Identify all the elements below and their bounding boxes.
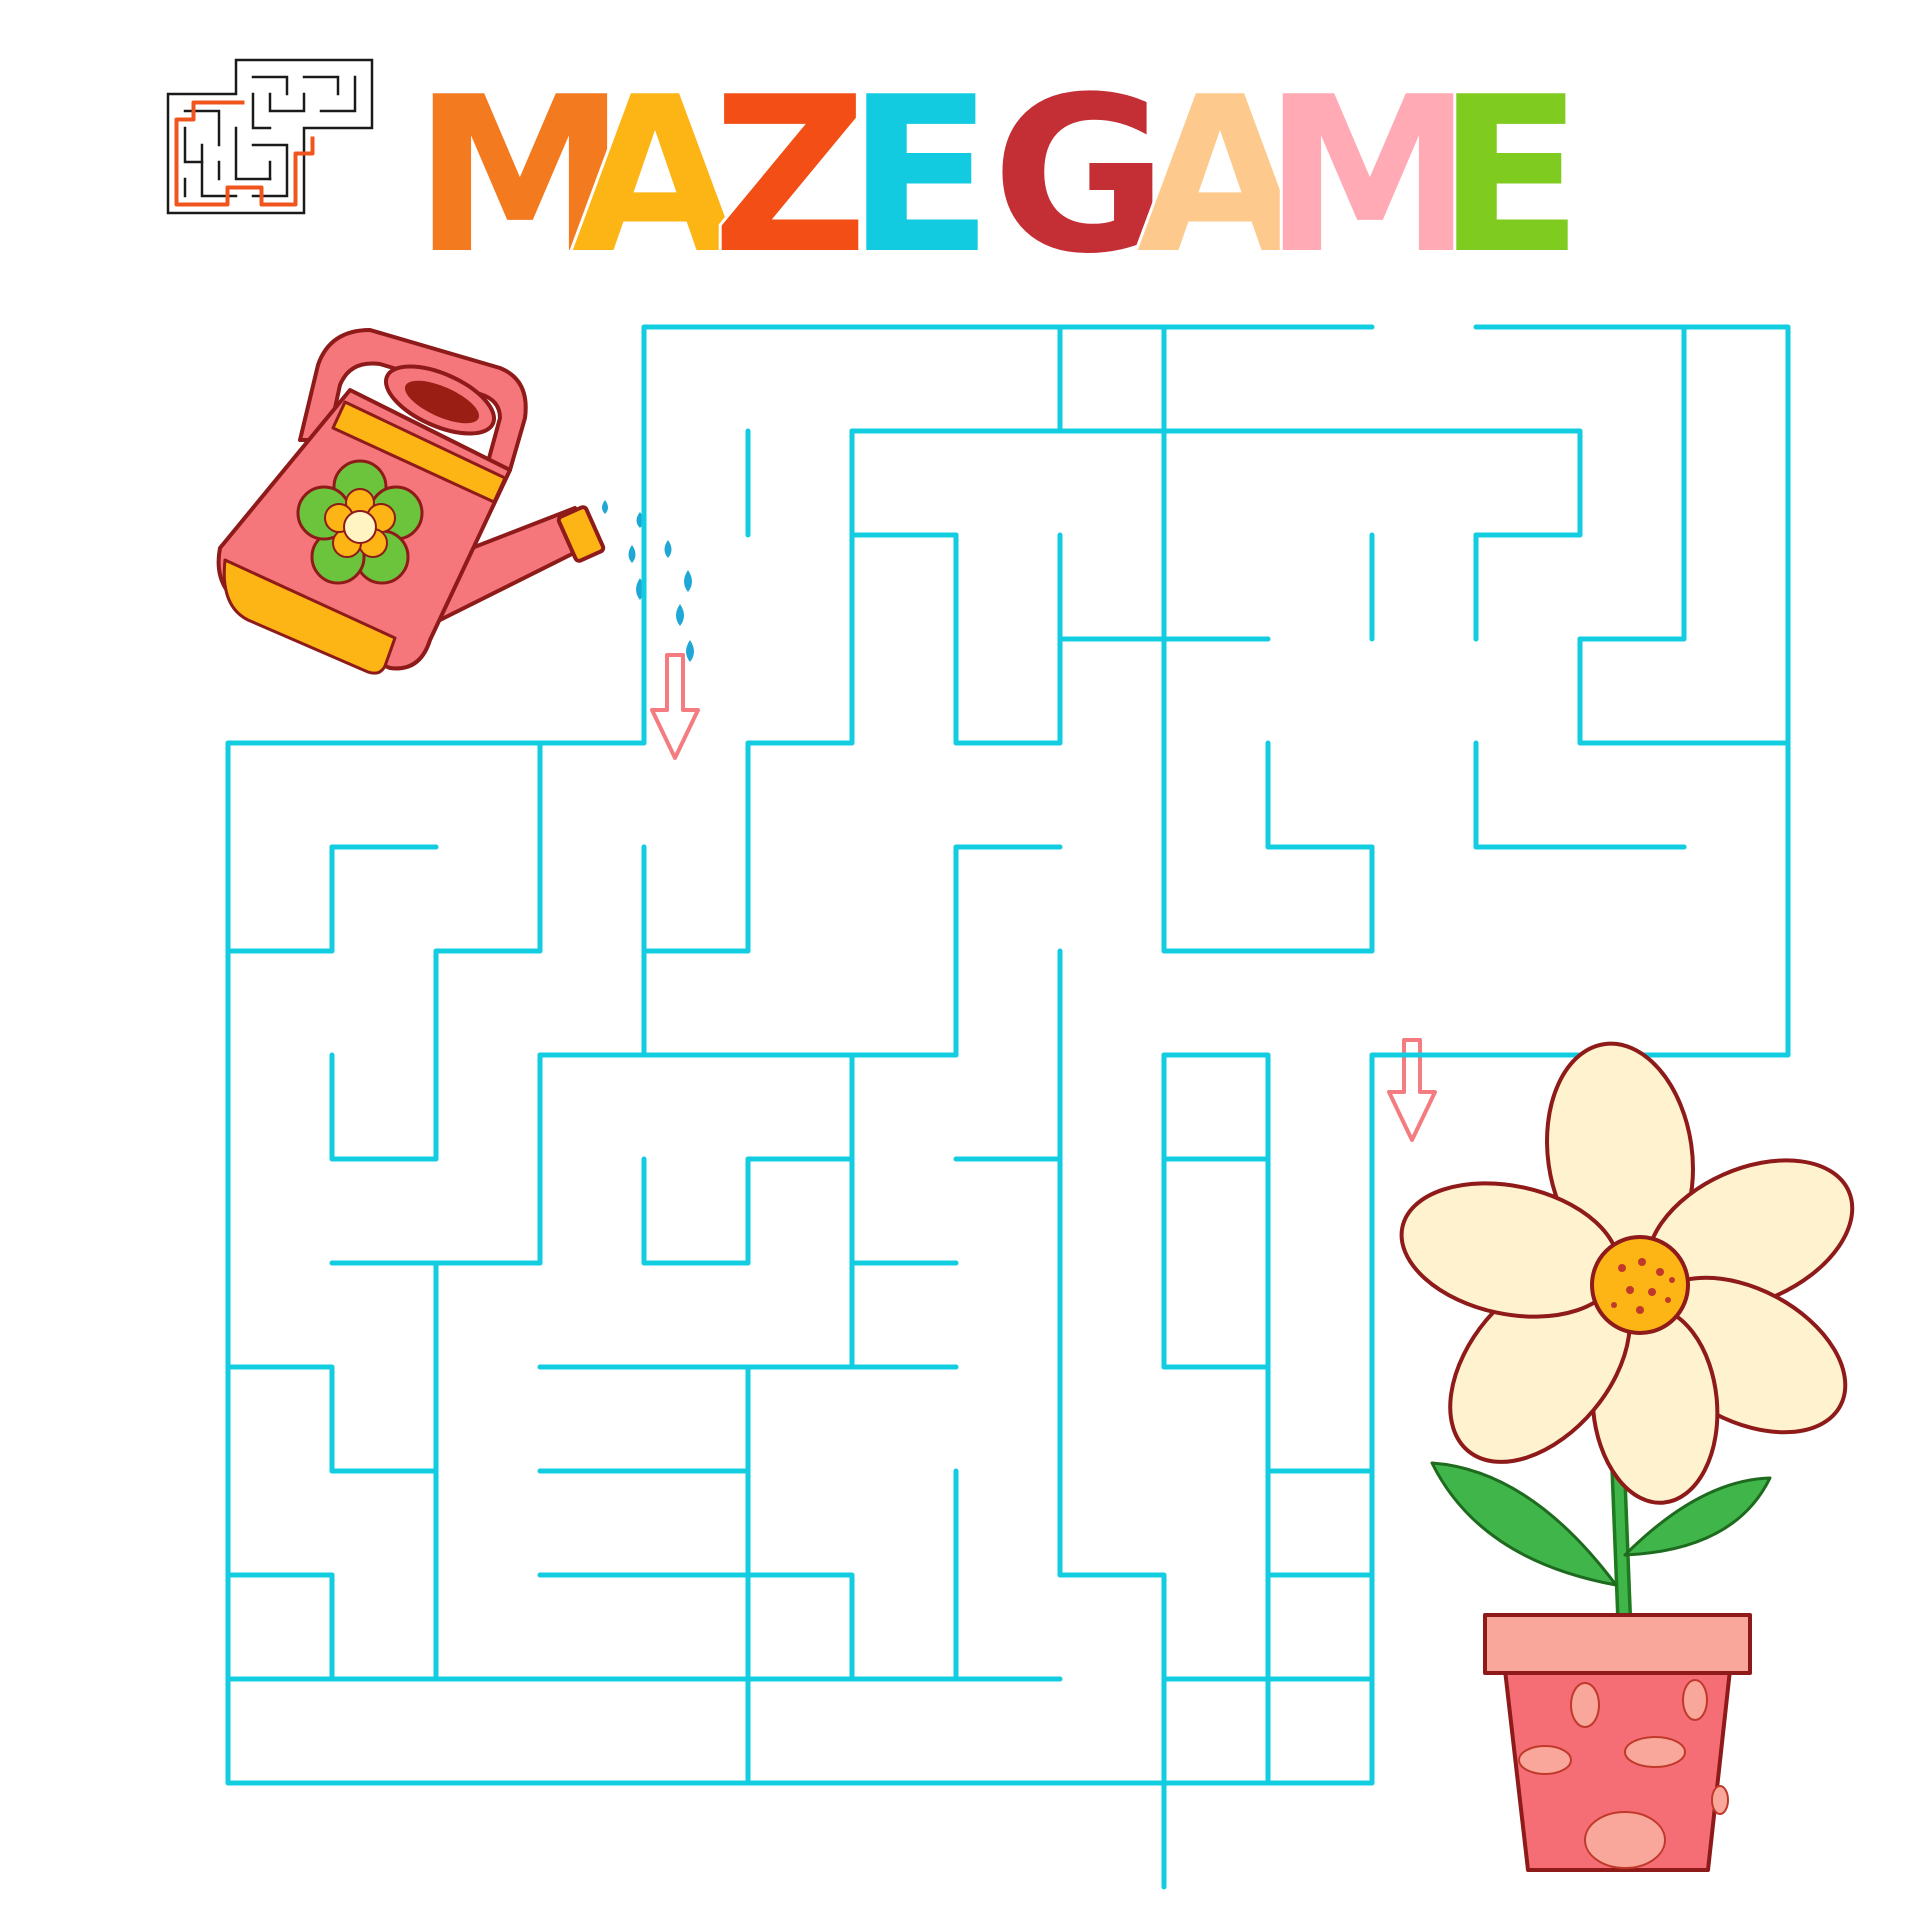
thumbnail-wall (302, 75, 340, 96)
maze-wall (1577, 636, 1687, 746)
thumbnail-wall (268, 92, 306, 113)
title-letter: Z (712, 50, 868, 301)
maze-wall (641, 1052, 855, 1266)
maze-wall (225, 1572, 335, 1682)
thumbnail-solution-path (174, 100, 315, 207)
thumbnail-wall (183, 109, 221, 147)
thumbnail-wall (251, 75, 289, 96)
title-letter: E (847, 50, 994, 301)
potted-flower-icon (1399, 1041, 1855, 1872)
maze-wall (1265, 740, 1375, 850)
maze-wall (537, 1572, 855, 1682)
maze-game-canvas: MAZEGAME (166, 47, 1855, 1890)
maze-thumbnail-icon (166, 58, 374, 215)
maze-wall (1577, 324, 1687, 642)
title-letter: E (1437, 50, 1584, 301)
maze-wall (537, 1156, 855, 1474)
thumbnail-wall (166, 58, 374, 215)
maze-wall (225, 844, 335, 954)
maze-wall (433, 1260, 751, 1786)
maze-game-title: MAZEGAME (410, 47, 1586, 304)
maze-wall (953, 1572, 1063, 1682)
maze-game-page: MAZEGAME (0, 0, 1920, 1920)
maze-wall (225, 1364, 335, 1474)
thumbnail-wall (251, 92, 272, 130)
maze-wall (953, 844, 1063, 1058)
maze-wall (329, 740, 543, 1162)
maze-wall (1057, 948, 1167, 1890)
watering-can-icon (216, 328, 694, 675)
thumbnail-wall (234, 126, 272, 181)
maze-wall (1473, 740, 1687, 850)
thumbnail-wall (183, 126, 204, 164)
start-arrow-icon (650, 653, 700, 760)
